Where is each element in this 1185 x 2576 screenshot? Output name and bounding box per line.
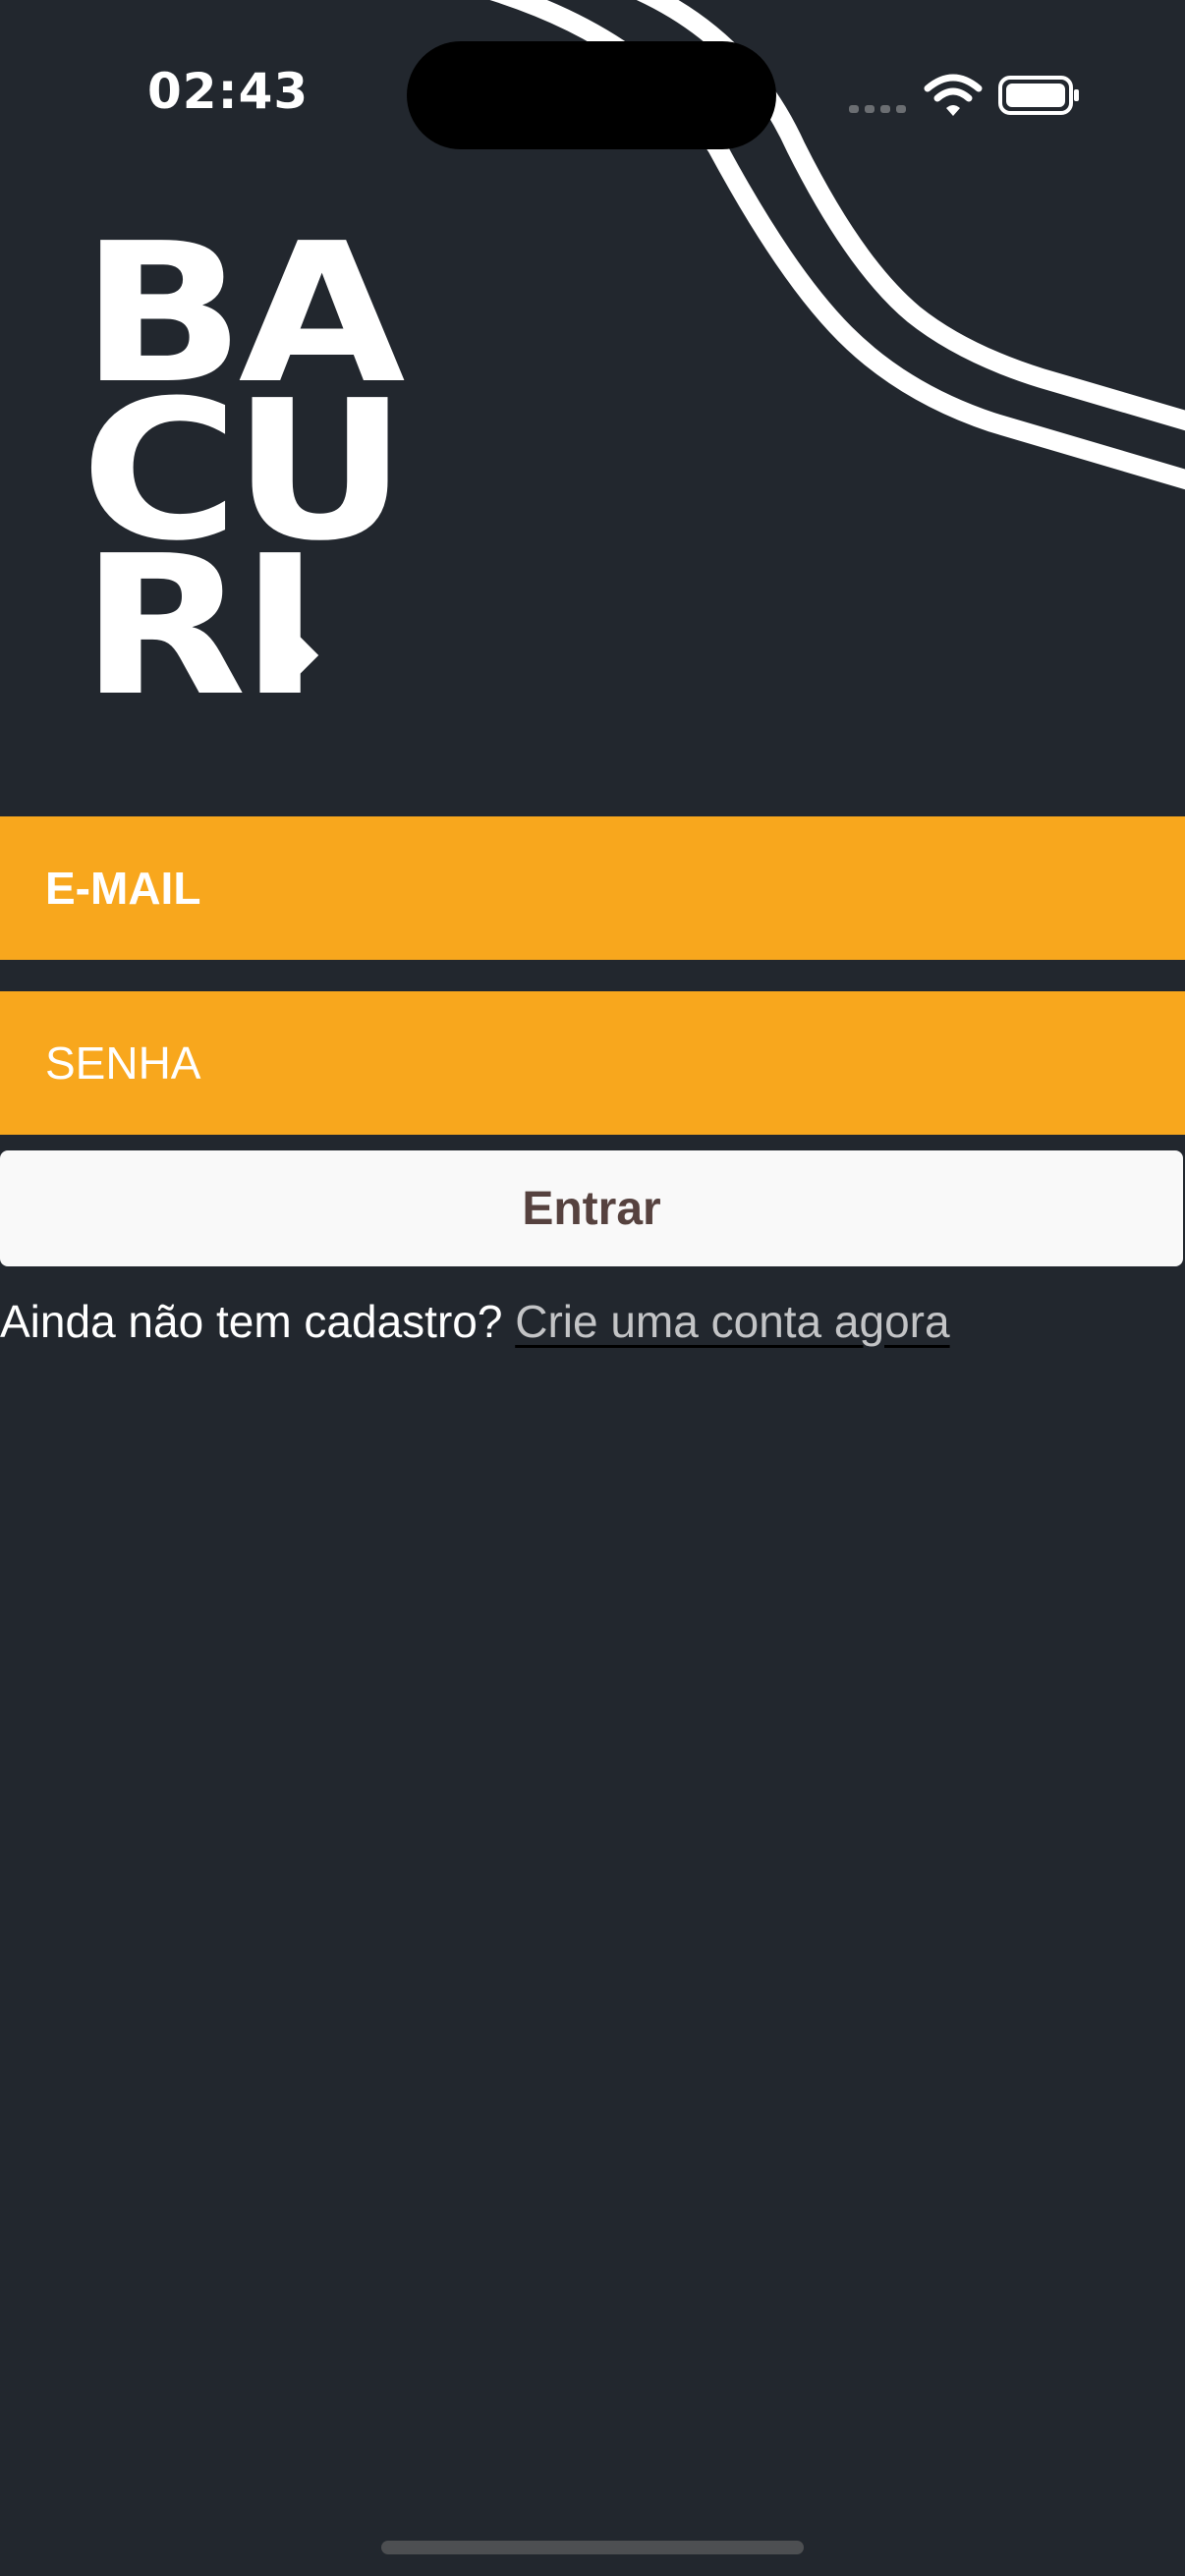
bacuri-logo: BA CU RI <box>81 218 408 723</box>
status-bar-time: 02:43 <box>147 63 310 120</box>
battery-icon <box>998 76 1079 115</box>
home-indicator[interactable] <box>381 2541 804 2554</box>
signup-prompt-text: Ainda não tem cadastro? <box>0 1296 503 1347</box>
dynamic-island <box>407 41 776 149</box>
login-button[interactable]: Entrar <box>0 1150 1183 1266</box>
signup-prompt-line: Ainda não tem cadastro? Crie uma conta a… <box>0 1295 950 1348</box>
cellular-signal-icon <box>849 105 906 113</box>
wifi-icon <box>924 74 983 116</box>
create-account-link[interactable]: Crie uma conta agora <box>515 1296 949 1347</box>
logo-line-3: RI <box>81 515 320 739</box>
password-field[interactable]: SENHA <box>0 991 1185 1135</box>
email-field-label: E-MAIL <box>45 863 201 914</box>
password-field-placeholder: SENHA <box>45 1037 201 1089</box>
email-field[interactable]: E-MAIL <box>0 816 1185 960</box>
